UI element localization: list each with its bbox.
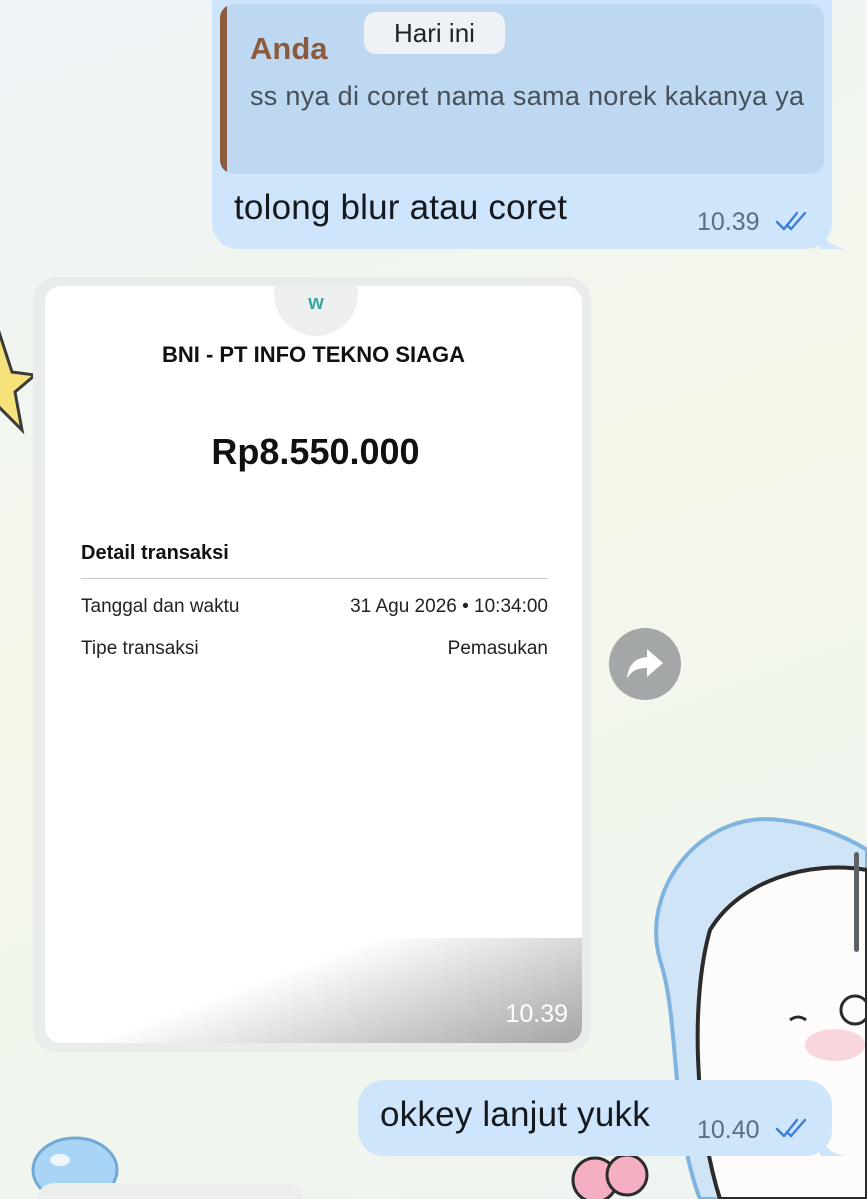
detail-heading: Detail transaksi xyxy=(81,542,229,564)
divider xyxy=(81,578,548,579)
forward-arrow-icon xyxy=(627,649,663,679)
outgoing-message-bubble[interactable]: Anda ss nya di coret nama sama norek kak… xyxy=(212,0,846,249)
forward-button[interactable] xyxy=(609,628,681,700)
receipt-amount: Rp8.550.000 xyxy=(211,431,420,472)
bubble-tail xyxy=(820,227,846,249)
message-time: 10.39 xyxy=(697,208,760,236)
detail-row-label: Tanggal dan waktu xyxy=(81,596,240,617)
incoming-image-bubble[interactable]: w BNI - PT INFO TEKNO SIAGA Rp8.550.000 … xyxy=(33,277,591,1052)
receipt-image[interactable]: w BNI - PT INFO TEKNO SIAGA Rp8.550.000 … xyxy=(45,286,582,1043)
reply-sender: Anda xyxy=(250,31,328,66)
detail-row-value: 31 Agu 2026 • 10:34:00 xyxy=(350,596,548,617)
message-time: 10.39 xyxy=(505,1000,568,1028)
reply-quote[interactable]: Anda ss nya di coret nama sama norek kak… xyxy=(220,4,824,174)
reply-text: ss nya di coret nama sama norek kakanya … xyxy=(250,81,805,111)
detail-row-label: Tipe transaksi xyxy=(81,638,199,659)
double-check-icon xyxy=(775,211,807,231)
message-text: tolong blur atau coret xyxy=(234,188,568,227)
scrollbar[interactable] xyxy=(854,852,859,952)
receipt-merchant: BNI - PT INFO TEKNO SIAGA xyxy=(161,342,466,367)
detail-row-value: Pemasukan xyxy=(447,638,548,659)
date-separator: Hari ini xyxy=(364,12,505,54)
message-text: okkey lanjut yukk xyxy=(380,1095,650,1134)
reply-accent-bar xyxy=(220,4,227,174)
receipt-logo: w xyxy=(274,286,358,336)
outgoing-message-bubble[interactable]: okkey lanjut yukk 10.40 xyxy=(358,1080,846,1156)
message-time: 10.40 xyxy=(697,1116,760,1144)
image-shade xyxy=(45,938,582,1043)
wallet-logo-icon: w xyxy=(308,292,324,314)
bubble-tail xyxy=(820,1134,846,1156)
incoming-message-bubble-partial[interactable] xyxy=(35,1183,305,1199)
double-check-icon xyxy=(775,1118,807,1138)
